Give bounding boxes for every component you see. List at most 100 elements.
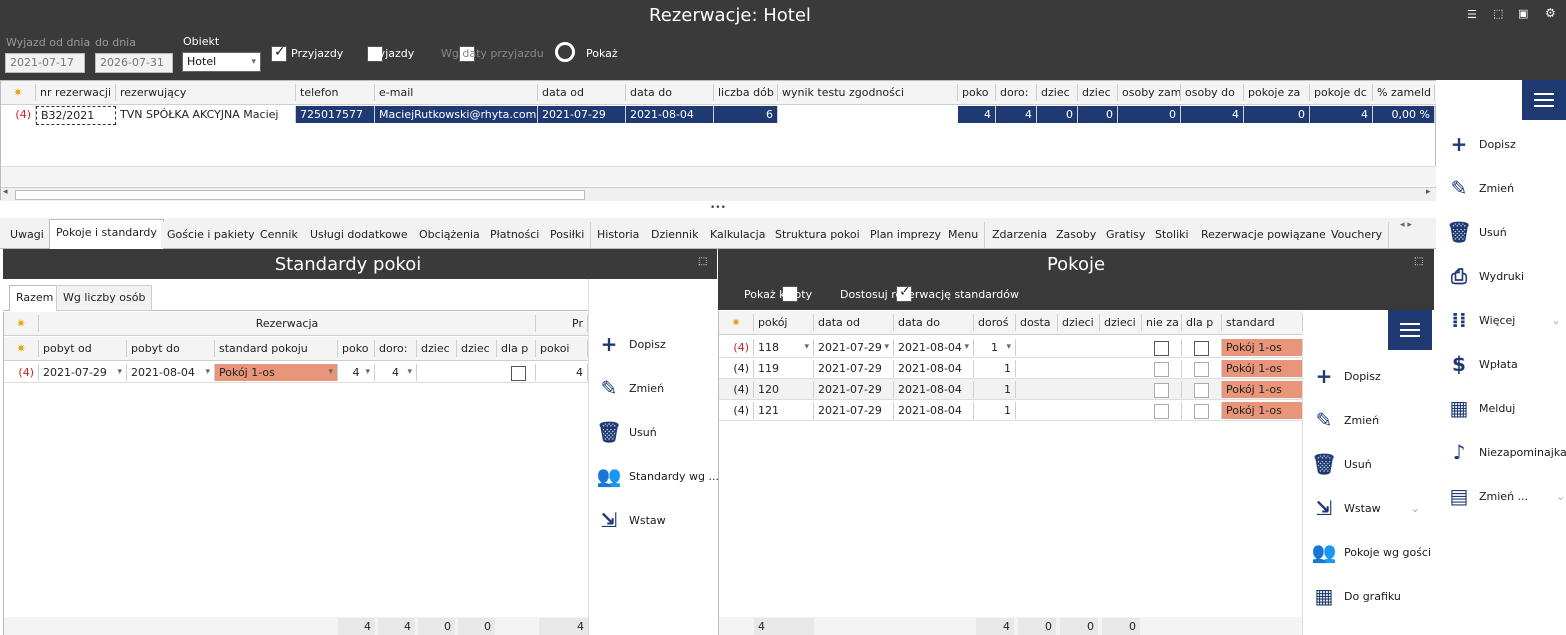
col-pobyt-do[interactable]: pobyt do xyxy=(127,340,215,357)
pokoje-do-grafiku-button[interactable]: ▦ Do grafiku xyxy=(1312,584,1401,608)
settings-icon[interactable]: ⚙ xyxy=(1545,6,1556,20)
table-row[interactable]: (4) 2021-07-29 2021-08-04 Pokój 1-os 4 4… xyxy=(4,363,588,383)
dla-p-checkbox[interactable] xyxy=(1194,382,1209,398)
cell-dorosli[interactable]: 1 xyxy=(974,339,1016,356)
cell-dla-p[interactable] xyxy=(497,364,536,381)
col-pokoje-za[interactable]: pokoje za xyxy=(1244,84,1310,101)
col-doby[interactable]: liczba dób xyxy=(714,84,778,101)
dla-p-checkbox[interactable] xyxy=(1194,403,1209,419)
usun-button[interactable]: 🗑 Usuń xyxy=(1446,220,1506,244)
niezapominajka-button[interactable]: ♪ Niezapominajka xyxy=(1447,440,1566,464)
col-wynik[interactable]: wynik testu zgodności xyxy=(778,84,958,101)
splitter-grip[interactable]: ••• xyxy=(710,203,726,213)
list-icon[interactable]: ☰ xyxy=(1467,8,1477,21)
cell-nie-za[interactable] xyxy=(1142,339,1182,356)
select-cursor-icon[interactable]: ⬚ xyxy=(1414,256,1423,267)
cell-nie-za[interactable] xyxy=(1142,381,1182,398)
col-dziec1[interactable]: dziec xyxy=(417,340,457,357)
col-dla-p[interactable]: dla p xyxy=(497,340,536,357)
tab-dziennik[interactable]: Dziennik xyxy=(645,222,706,248)
cell-data-od[interactable]: 2021-07-29 xyxy=(814,339,894,356)
col-pokoje[interactable]: poko xyxy=(958,84,996,101)
tab-obciazenia[interactable]: Obciążenia xyxy=(413,222,487,248)
tab-uslugi[interactable]: Usługi dodatkowe xyxy=(304,222,415,248)
col-zameld[interactable]: % zameld xyxy=(1373,84,1435,101)
tab-struktura[interactable]: Struktura pokoi xyxy=(769,222,867,248)
pokoje-dopisz-button[interactable]: + Dopisz xyxy=(1312,364,1381,388)
cell-dla-p[interactable] xyxy=(1182,402,1222,419)
tab-uwagi[interactable]: Uwagi xyxy=(4,222,51,248)
przyjazdy-checkbox[interactable] xyxy=(271,44,287,62)
tab-vouchery[interactable]: Vouchery xyxy=(1325,222,1390,248)
standardy-wg-button[interactable]: 👥 Standardy wg ... xyxy=(597,464,719,488)
tabs-scroll-arrows[interactable]: ◂ ▸ xyxy=(1400,220,1412,230)
col-poko[interactable]: poko xyxy=(338,340,375,357)
wydruki-button[interactable]: ⎙ Wydruki xyxy=(1447,264,1524,288)
col-data-do[interactable]: data do xyxy=(894,314,974,331)
cell-nie-za[interactable] xyxy=(1142,402,1182,419)
col-dorosli[interactable]: doro: xyxy=(996,84,1037,101)
col-pokoj[interactable]: pokój xyxy=(754,314,814,331)
standardy-dopisz-button[interactable]: + Dopisz xyxy=(597,332,666,356)
dla-p-checkbox[interactable] xyxy=(511,365,526,381)
table-row[interactable]: (4) 121 2021-07-29 2021-08-04 1 Pokój 1-… xyxy=(719,400,1303,421)
table-row[interactable]: (4) 119 2021-07-29 2021-08-04 1 Pokój 1-… xyxy=(719,358,1303,379)
table-row[interactable]: (4) 118 2021-07-29 2021-08-04 1 Pokój 1-… xyxy=(719,337,1303,358)
pokoje-zmien-button[interactable]: ✎ Zmień xyxy=(1312,408,1379,432)
col-standard-pokoju[interactable]: standard pokoju xyxy=(215,340,338,357)
col-dzieci2[interactable]: dzieci xyxy=(1100,314,1142,331)
pokaz-button[interactable]: Pokaż xyxy=(586,47,618,60)
col-pokoi[interactable]: pokoi xyxy=(536,340,588,357)
standardy-zmien-button[interactable]: ✎ Zmień xyxy=(597,376,664,400)
cell-data-do[interactable]: 2021-08-04 xyxy=(894,339,974,356)
col-dla-p[interactable]: dla p xyxy=(1182,314,1222,331)
dla-p-checkbox[interactable] xyxy=(1194,340,1209,356)
tab-zasoby[interactable]: Zasoby xyxy=(1050,222,1104,248)
col-data-od[interactable]: data od xyxy=(538,84,626,101)
col-data-od[interactable]: data od xyxy=(814,314,894,331)
layout-icon[interactable]: ▣ xyxy=(1518,7,1528,20)
col-nr[interactable]: nr rezerwacji xyxy=(36,84,116,101)
zmien-more-button[interactable]: ▤ Zmień ... ⌄ xyxy=(1447,484,1566,508)
tab-goscie[interactable]: Goście i pakiety xyxy=(161,222,262,248)
cell-dorosli[interactable]: 4 xyxy=(375,364,417,381)
cell-nie-za[interactable] xyxy=(1142,360,1182,377)
table-row[interactable]: (4) 120 2021-07-29 2021-08-04 1 Pokój 1-… xyxy=(719,379,1303,400)
nie-za-checkbox[interactable] xyxy=(1154,340,1169,356)
standardy-usun-button[interactable]: 🗑 Usuń xyxy=(596,420,656,444)
col-nie-za[interactable]: nie za xyxy=(1142,314,1182,331)
cell-pobyt-od[interactable]: 2021-07-29 xyxy=(39,364,127,381)
subtab-razem[interactable]: Razem xyxy=(9,285,61,311)
wiecej-button[interactable]: ⁞⁞ Więcej ⌄ xyxy=(1447,308,1560,332)
col-standard[interactable]: standard xyxy=(1222,314,1303,331)
col-dzieci1[interactable]: dzieci xyxy=(1058,314,1100,331)
tab-menu[interactable]: Menu xyxy=(942,222,986,248)
col-dzieci1[interactable]: dziec xyxy=(1037,84,1078,101)
pokoje-wg-gosci-button[interactable]: 👥 Pokoje wg gości xyxy=(1312,540,1431,564)
col-dorosli[interactable]: doroś xyxy=(974,314,1016,331)
cell-dla-p[interactable] xyxy=(1182,360,1222,377)
pokoje-menu-button[interactable] xyxy=(1388,310,1432,350)
zmien-button[interactable]: ✎ Zmień xyxy=(1447,176,1514,200)
col-dziec2[interactable]: dziec xyxy=(457,340,497,357)
do-dnia-input[interactable]: 2026-07-31 xyxy=(95,53,173,73)
col-osoby-zam[interactable]: osoby zam xyxy=(1118,84,1181,101)
col-osoby-do[interactable]: osoby do xyxy=(1181,84,1244,101)
select-cursor-icon[interactable]: ⬚ xyxy=(1493,7,1503,20)
cell-dla-p[interactable] xyxy=(1182,381,1222,398)
wyjazd-od-input[interactable]: 2021-07-17 xyxy=(5,53,85,73)
cell-pokoj[interactable]: 118 xyxy=(754,339,814,356)
col-pokoje-dc[interactable]: pokoje dc xyxy=(1310,84,1373,101)
col-dosta[interactable]: dosta xyxy=(1016,314,1058,331)
col-rezerwujacy[interactable]: rezerwujący xyxy=(116,84,296,101)
tab-posilki[interactable]: Posiłki xyxy=(544,222,592,248)
cell-standard[interactable]: Pokój 1-os xyxy=(215,364,338,381)
cell-pobyt-do[interactable]: 2021-08-04 xyxy=(127,364,215,381)
nie-za-checkbox[interactable] xyxy=(1154,403,1169,419)
tab-historia[interactable]: Historia xyxy=(591,222,647,248)
pokoje-wstaw-button[interactable]: ⇲ Wstaw ⌄ xyxy=(1312,496,1420,520)
table-row[interactable]: (4) B32/2021 TVN SPÓŁKA AKCYJNA Maciej 7… xyxy=(1,106,1437,125)
dopisz-button[interactable]: + Dopisz xyxy=(1447,132,1516,156)
obiekt-select[interactable]: Hotel xyxy=(182,52,261,72)
tab-rezerwacje-powiazane[interactable]: Rezerwacje powiązane xyxy=(1195,222,1333,248)
